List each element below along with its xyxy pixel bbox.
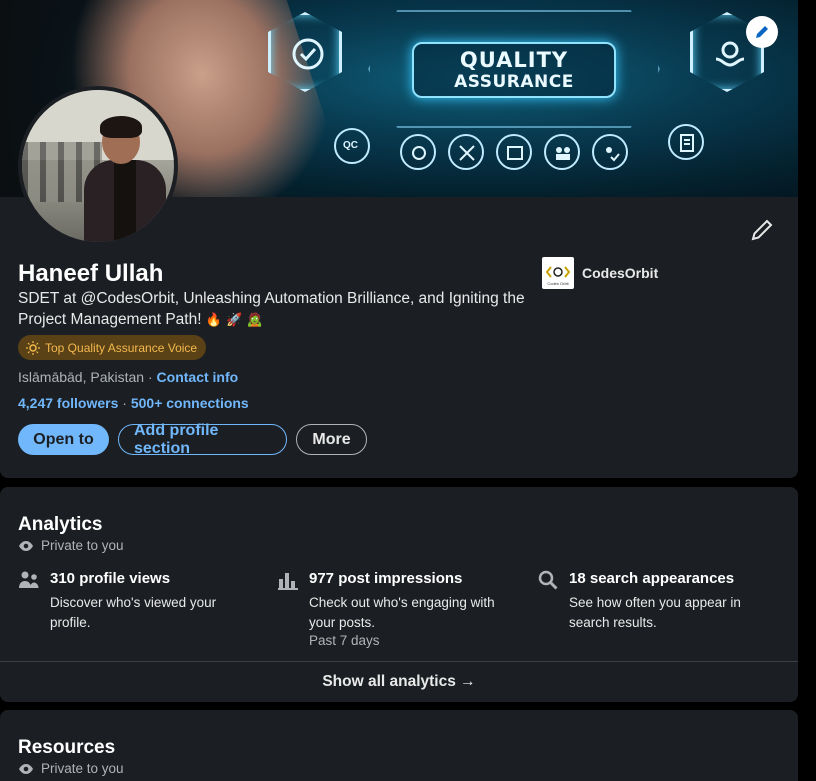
tools-icon — [448, 134, 484, 170]
profile-name: Haneef Ullah — [18, 260, 164, 287]
checklist-icon — [668, 124, 704, 160]
metric-description: See how often you appear in search resul… — [569, 595, 741, 630]
current-company[interactable]: Codes Orbit CodesOrbit — [542, 257, 658, 289]
user-check-icon — [592, 134, 628, 170]
top-voice-badge[interactable]: Top Quality Assurance Voice — [18, 335, 207, 360]
avatar-hair — [100, 116, 142, 138]
location-line: Islāmābād, Pakistan · Contact info — [18, 369, 238, 385]
banner-title-line2: ASSURANCE — [454, 72, 574, 92]
metric-period: Past 7 days — [309, 633, 380, 648]
headline-text: SDET at @CodesOrbit, Unleashing Automati… — [18, 290, 525, 328]
more-button[interactable]: More — [296, 424, 367, 455]
pencil-icon — [756, 26, 768, 38]
bulb-icon — [26, 340, 40, 355]
open-to-button[interactable]: Open to — [18, 424, 109, 455]
private-text: Private to you — [41, 761, 124, 776]
connections-link[interactable]: 500+ connections — [131, 395, 249, 411]
people-icon — [19, 571, 39, 588]
resources-card: Resources Private to you — [0, 710, 798, 781]
analytics-divider — [0, 661, 798, 662]
analytics-title: Analytics — [18, 514, 103, 535]
codesorbit-logo: Codes Orbit — [542, 257, 574, 289]
followers-link[interactable]: 4,247 followers — [18, 395, 118, 411]
avatar-person — [84, 116, 166, 242]
eye-icon — [19, 540, 33, 551]
separator: · — [144, 369, 157, 385]
qc-badge-text: QC — [343, 140, 358, 151]
contact-info-link[interactable]: Contact info — [157, 369, 239, 385]
company-name: CodesOrbit — [582, 265, 659, 281]
top-voice-label: Top Quality Assurance Voice — [45, 340, 198, 355]
search-icon — [538, 570, 558, 590]
metric-title: 977 post impressions — [309, 570, 463, 587]
metric-title: 310 profile views — [50, 570, 171, 587]
company-logo-text: Codes Orbit — [547, 281, 569, 286]
resources-title: Resources — [18, 737, 116, 758]
profile-headline: SDET at @CodesOrbit, Unleashing Automati… — [18, 288, 528, 330]
network-line: 4,247 followers · 500+ connections — [18, 395, 249, 411]
rocket-emoji: 🚀 — [226, 312, 243, 327]
banner-title-box: QUALITY ASSURANCE — [412, 42, 616, 98]
pencil-icon — [751, 219, 773, 241]
profile-card: QUALITY ASSURANCE QC Haneef Ullah SDET a… — [0, 0, 798, 478]
qc-badge-icon: QC — [334, 128, 370, 164]
edit-intro-button[interactable] — [748, 216, 776, 244]
analytics-card: Analytics Private to you 310 profile vie… — [0, 487, 798, 702]
analytics-private-label: Private to you — [18, 538, 124, 553]
profile-avatar[interactable] — [18, 86, 178, 246]
zombie-emoji: 🧟 — [246, 312, 264, 327]
metric-description: Discover who's viewed your profile. — [50, 595, 217, 630]
add-profile-section-button[interactable]: Add profile section — [118, 422, 287, 457]
document-icon — [496, 134, 532, 170]
eye-icon — [19, 763, 33, 774]
bar-chart-icon — [278, 573, 298, 590]
profile-actions: Open to Add profile section More — [18, 422, 367, 457]
show-all-analytics-button[interactable]: Show all analytics → — [0, 673, 798, 691]
metric-title: 18 search appearances — [569, 570, 735, 587]
resources-private-label: Private to you — [18, 761, 124, 776]
fire-emoji: 🔥 — [205, 312, 223, 327]
separator: · — [118, 395, 131, 411]
metric-description: Check out who's engaging with your posts… — [309, 595, 495, 630]
orbit-logo-icon: Codes Orbit — [545, 266, 571, 286]
location-text: Islāmābād, Pakistan — [18, 369, 145, 385]
gear-icon — [400, 134, 436, 170]
avatar-shirt — [114, 160, 136, 242]
team-icon — [544, 134, 580, 170]
private-text: Private to you — [41, 538, 124, 553]
banner-title-line1: QUALITY — [459, 48, 569, 72]
edit-banner-button[interactable] — [746, 16, 778, 48]
